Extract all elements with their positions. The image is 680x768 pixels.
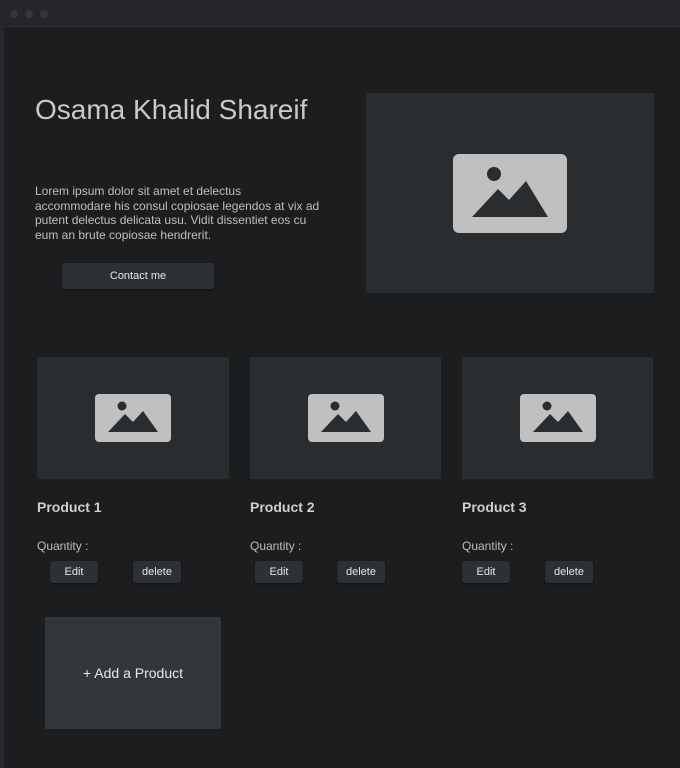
product-image [462,357,653,479]
product-title: Product 3 [462,499,527,515]
window-dot-icon[interactable] [10,10,18,18]
product-title: Product 1 [37,499,102,515]
page-title: Osama Khalid Shareif [35,94,308,125]
quantity-label: Quantity : [37,539,89,553]
product-title: Product 2 [250,499,315,515]
image-placeholder-icon [95,394,171,442]
product-image [37,357,229,479]
window-dot-icon[interactable] [25,10,33,18]
image-placeholder-icon [519,394,596,442]
edit-button[interactable]: Edit [462,561,510,583]
hero-description: Lorem ipsum dolor sit amet et delectus a… [35,184,320,242]
edit-button[interactable]: Edit [50,561,98,583]
app-window: Osama Khalid Shareif Lorem ipsum dolor s… [0,0,680,768]
window-titlebar [0,0,680,27]
quantity-label: Quantity : [462,539,514,553]
hero-image [366,93,654,293]
image-placeholder-icon [307,394,384,442]
quantity-label: Quantity : [250,539,302,553]
window-dot-icon[interactable] [40,10,48,18]
product-image [250,357,441,479]
delete-button[interactable]: delete [545,561,593,583]
add-product-button[interactable]: + Add a Product [45,617,221,729]
image-placeholder-icon [453,153,567,233]
delete-button[interactable]: delete [337,561,385,583]
delete-button[interactable]: delete [133,561,181,583]
contact-me-button[interactable]: Contact me [62,263,214,289]
window-left-border [0,26,4,768]
edit-button[interactable]: Edit [255,561,303,583]
